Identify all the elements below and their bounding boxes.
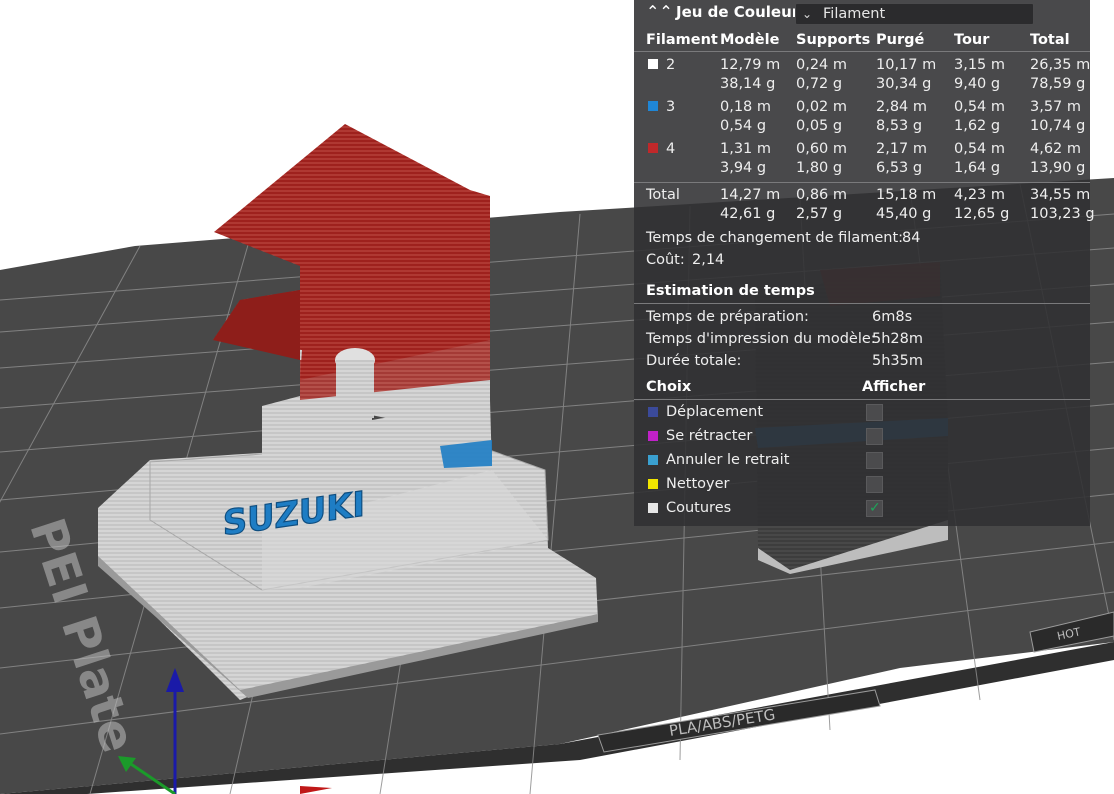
option-travel: Déplacement — [646, 401, 1086, 423]
collapse-icon[interactable]: ⌃⌃ — [646, 2, 673, 21]
time-estimate-title: Estimation de temps — [646, 283, 815, 299]
model-length: 0,18 m — [720, 99, 772, 115]
total-weight: 103,23 g — [1030, 206, 1095, 222]
tower-weight: 9,40 g — [954, 76, 1001, 92]
totals-label: Total — [646, 187, 680, 203]
model-weight: 38,14 g — [720, 76, 776, 92]
option-swatch — [648, 431, 658, 441]
supports-weight: 2,57 g — [796, 206, 843, 222]
check-icon: ✓ — [869, 500, 881, 516]
supports-length: 0,02 m — [796, 99, 848, 115]
panel-title: Jeu de Couleur — [676, 3, 800, 21]
option-wipe: Nettoyer — [646, 473, 1086, 495]
option-checkbox[interactable] — [866, 404, 883, 421]
option-label: Se rétracter — [666, 428, 753, 444]
tower-weight: 1,64 g — [954, 160, 1001, 176]
purge-weight: 8,53 g — [876, 118, 923, 134]
chevron-down-icon: ⌄ — [802, 7, 813, 21]
cost-label: Coût: — [646, 252, 685, 268]
filament-id: 2 — [666, 57, 676, 73]
options-header-show: Afficher — [862, 379, 926, 395]
print-time-label: Temps d'impression du modèle: — [646, 331, 876, 347]
total-weight: 10,74 g — [1030, 118, 1086, 134]
col-header-tower: Tour — [954, 32, 990, 48]
total-length: 3,57 m — [1030, 99, 1082, 115]
option-unretract: Annuler le retrait — [646, 449, 1086, 471]
supports-length: 0,24 m — [796, 57, 848, 73]
purge-weight: 6,53 g — [876, 160, 923, 176]
purge-length: 10,17 m — [876, 57, 937, 73]
model-length: 1,31 m — [720, 141, 772, 157]
tower-length: 3,15 m — [954, 57, 1006, 73]
options-header-choice: Choix — [646, 379, 692, 395]
total-time-label: Durée totale: — [646, 353, 742, 369]
col-header-model: Modèle — [720, 32, 780, 48]
tower-weight: 12,65 g — [954, 206, 1010, 222]
total-length: 26,35 m — [1030, 57, 1091, 73]
purge-weight: 45,40 g — [876, 206, 932, 222]
option-swatch — [648, 479, 658, 489]
prep-time-label: Temps de préparation: — [646, 309, 809, 325]
change-time-value: 84 — [902, 230, 921, 246]
model-length: 12,79 m — [720, 57, 781, 73]
time-divider — [634, 303, 1090, 304]
purge-length: 2,17 m — [876, 141, 928, 157]
totals-divider — [634, 182, 1090, 183]
model-weight: 3,94 g — [720, 160, 767, 176]
option-seams: Coutures ✓ — [646, 497, 1086, 519]
total-time-value: 5h35m — [872, 353, 923, 369]
col-header-purge: Purgé — [876, 32, 925, 48]
col-header-supports: Supports — [796, 32, 871, 48]
print-time-value: 5h28m — [872, 331, 923, 347]
prep-time-value: 6m8s — [872, 309, 913, 325]
tower-length: 0,54 m — [954, 141, 1006, 157]
panel-header: ⌃⌃ Jeu de Couleur ⌄ Filament — [634, 0, 1090, 28]
col-header-total: Total — [1030, 32, 1070, 48]
filament-swatch — [648, 101, 658, 111]
col-header-filament: Filament — [646, 32, 718, 48]
option-label: Nettoyer — [666, 476, 730, 492]
option-label: Coutures — [666, 500, 732, 516]
view-mode-select[interactable]: ⌄ Filament — [795, 3, 1034, 25]
option-swatch — [648, 407, 658, 417]
model-weight: 0,54 g — [720, 118, 767, 134]
purge-weight: 30,34 g — [876, 76, 932, 92]
purge-length: 2,84 m — [876, 99, 928, 115]
view-mode-value: Filament — [823, 6, 886, 22]
option-checkbox[interactable]: ✓ — [866, 500, 883, 517]
option-swatch — [648, 503, 658, 513]
tower-weight: 1,62 g — [954, 118, 1001, 134]
total-length: 4,62 m — [1030, 141, 1082, 157]
option-checkbox[interactable] — [866, 452, 883, 469]
tower-length: 0,54 m — [954, 99, 1006, 115]
filament-swatch — [648, 143, 658, 153]
supports-weight: 0,05 g — [796, 118, 843, 134]
supports-weight: 0,72 g — [796, 76, 843, 92]
option-label: Annuler le retrait — [666, 452, 790, 468]
option-swatch — [648, 455, 658, 465]
filament-id: 3 — [666, 99, 676, 115]
supports-length: 0,60 m — [796, 141, 848, 157]
supports-weight: 1,80 g — [796, 160, 843, 176]
total-weight: 78,59 g — [1030, 76, 1086, 92]
filament-id: 4 — [666, 141, 676, 157]
total-length: 34,55 m — [1030, 187, 1091, 203]
tower-length: 4,23 m — [954, 187, 1006, 203]
model-length: 14,27 m — [720, 187, 781, 203]
option-checkbox[interactable] — [866, 428, 883, 445]
option-label: Déplacement — [666, 404, 764, 420]
change-time-label: Temps de changement de filament: — [646, 230, 904, 246]
options-divider — [634, 399, 1090, 400]
supports-length: 0,86 m — [796, 187, 848, 203]
header-divider — [634, 51, 1090, 52]
model-weight: 42,61 g — [720, 206, 776, 222]
option-checkbox[interactable] — [866, 476, 883, 493]
option-retract: Se rétracter — [646, 425, 1086, 447]
cost-value: 2,14 — [692, 252, 725, 268]
color-scheme-panel: ⌃⌃ Jeu de Couleur ⌄ Filament Filament Mo… — [634, 0, 1095, 526]
purge-length: 15,18 m — [876, 187, 937, 203]
total-weight: 13,90 g — [1030, 160, 1086, 176]
filament-swatch — [648, 59, 658, 69]
